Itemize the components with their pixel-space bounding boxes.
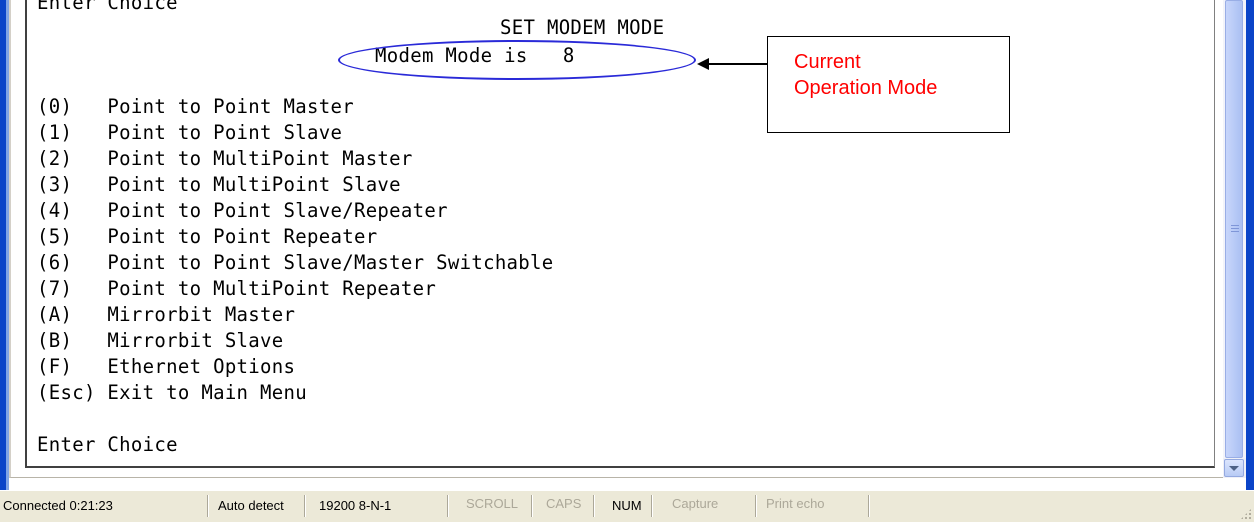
window-frame-right xyxy=(1246,0,1254,490)
menu-option: (5) Point to Point Repeater xyxy=(37,225,378,249)
callout-box: Current Operation Mode xyxy=(767,36,1010,133)
callout-line-2: Operation Mode xyxy=(794,77,938,99)
scroll-down-button[interactable] xyxy=(1224,459,1244,477)
menu-option: (F) Ethernet Options xyxy=(37,355,296,379)
menu-option: (Esc) Exit to Main Menu xyxy=(37,381,307,405)
menu-option: (3) Point to MultiPoint Slave xyxy=(37,173,401,197)
arrow-line xyxy=(707,63,767,65)
menu-option: (6) Point to Point Slave/Master Switchab… xyxy=(37,251,554,275)
menu-option: (1) Point to Point Slave xyxy=(37,121,343,145)
scrollbar-thumb[interactable] xyxy=(1225,0,1243,458)
enter-choice-prompt: Enter Choice xyxy=(37,433,178,457)
menu-option: (7) Point to MultiPoint Repeater xyxy=(37,277,437,301)
status-print-echo: Print echo xyxy=(760,495,869,517)
menu-title: SET MODEM MODE xyxy=(500,16,665,40)
status-connected: Connected 0:21:23 xyxy=(0,495,208,517)
highlight-ellipse xyxy=(338,40,696,80)
status-caps: CAPS xyxy=(536,495,594,517)
status-detect: Auto detect xyxy=(212,495,305,517)
status-scroll: SCROLL xyxy=(452,495,532,517)
terminal-area[interactable]: Enter Choice SET MODEM MODE Modem Mode i… xyxy=(9,0,1223,478)
menu-option: (2) Point to MultiPoint Master xyxy=(37,147,413,171)
vertical-scrollbar[interactable] xyxy=(1223,0,1246,478)
callout-line-1: Current xyxy=(794,51,861,73)
menu-option: (4) Point to Point Slave/Repeater xyxy=(37,199,448,223)
status-num: NUM xyxy=(598,495,652,517)
menu-option: (A) Mirrorbit Master xyxy=(37,303,296,327)
menu-option: (0) Point to Point Master xyxy=(37,95,354,119)
scrollbar-grip-icon xyxy=(1231,225,1239,233)
status-port: 19200 8-N-1 xyxy=(309,495,448,517)
terminal-top-partial-line: Enter Choice xyxy=(37,0,178,15)
chevron-down-icon xyxy=(1229,465,1239,471)
status-bar: Connected 0:21:23 Auto detect 19200 8-N-… xyxy=(0,490,1254,522)
scrollbar-track[interactable] xyxy=(1223,0,1246,458)
status-capture: Capture xyxy=(656,495,756,517)
menu-option: (B) Mirrorbit Slave xyxy=(37,329,284,353)
resize-grip-icon[interactable] xyxy=(1240,508,1252,520)
